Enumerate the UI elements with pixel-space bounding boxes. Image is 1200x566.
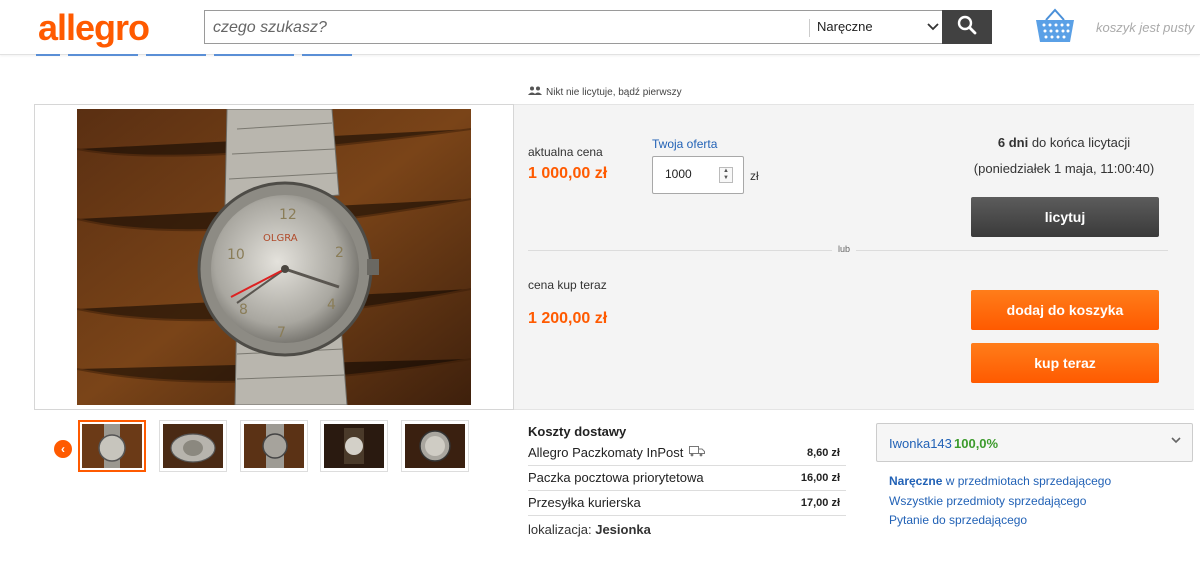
- svg-text:2: 2: [335, 245, 344, 261]
- your-offer-label: Twoja oferta: [652, 137, 718, 151]
- purchase-panel: aktualna cena 1 000,00 zł Twoja oferta ▲…: [514, 104, 1194, 410]
- delivery-name: Przesyłka kurierska: [528, 495, 641, 510]
- photo-gallery: 12 2 10 8 7 4 OLGRA: [34, 104, 514, 410]
- delivery-price: 17,00 zł: [800, 497, 840, 509]
- days-count: 6 dni: [997, 135, 1029, 150]
- delivery-truck-icon: [689, 445, 706, 460]
- top-header: allegro Naręczne koszyk jest pusty: [0, 0, 1200, 55]
- category-select[interactable]: Naręczne: [817, 11, 943, 43]
- basket-icon[interactable]: [1034, 8, 1076, 44]
- svg-text:12: 12: [279, 207, 297, 223]
- search-button[interactable]: [942, 10, 992, 44]
- seller-dropdown[interactable]: Iwonka143 100,0%: [876, 423, 1193, 462]
- search-bar: Naręczne: [204, 10, 992, 45]
- buy-now-label: cena kup teraz: [528, 278, 607, 292]
- main-product-photo[interactable]: 12 2 10 8 7 4 OLGRA: [77, 109, 471, 405]
- bid-button[interactable]: licytuj: [971, 197, 1159, 237]
- seller-category-name: Naręczne: [889, 474, 943, 488]
- ask-seller-link[interactable]: Pytanie do sprzedającego: [889, 511, 1111, 531]
- current-price: 1 000,00 zł: [528, 165, 608, 182]
- chevron-down-icon: [927, 11, 939, 55]
- thumbnail-3[interactable]: [240, 420, 308, 472]
- seller-category-suffix: w przedmiotach sprzedającego: [942, 474, 1112, 488]
- buy-now-button[interactable]: kup teraz: [971, 343, 1159, 383]
- search-divider: [809, 19, 810, 37]
- delivery-price: 8,60 zł: [806, 447, 840, 459]
- seller-name[interactable]: Iwonka143: [889, 436, 952, 451]
- svg-text:8: 8: [239, 302, 248, 318]
- delivery-name: Paczka pocztowa priorytetowa: [528, 470, 704, 485]
- end-date: (poniedziałek 1 maja, 11:00:40): [973, 161, 1155, 176]
- users-icon: [528, 86, 542, 98]
- svg-text:4: 4: [327, 297, 336, 313]
- delivery-name: Allegro Paczkomaty InPost: [528, 445, 684, 460]
- breadcrumb: [36, 54, 416, 58]
- add-to-cart-button[interactable]: dodaj do koszyka: [971, 290, 1159, 330]
- location-label: lokalizacja:: [528, 522, 592, 537]
- delivery-title: Koszty dostawy: [528, 424, 627, 439]
- thumbnail-1[interactable]: [78, 420, 146, 472]
- thumbnail-strip: ‹: [54, 420, 482, 476]
- chevron-down-icon: [1170, 434, 1182, 449]
- delivery-price: 16,00 zł: [800, 472, 840, 484]
- delivery-row: Paczka pocztowa priorytetowa 16,00 zł: [528, 466, 846, 491]
- seller-links: Naręczne w przedmiotach sprzedającego Ws…: [889, 472, 1111, 531]
- days-suffix: do końca licytacji: [1028, 135, 1131, 150]
- seller-rating: 100,0%: [954, 436, 999, 451]
- delivery-option: Allegro Paczkomaty InPost: [528, 445, 706, 460]
- all-seller-items-link[interactable]: Wszystkie przedmioty sprzedającego: [889, 492, 1111, 512]
- item-location: lokalizacja: Jesionka: [528, 522, 651, 537]
- search-input[interactable]: [211, 11, 805, 45]
- delivery-row: Przesyłka kurierska 17,00 zł: [528, 491, 846, 516]
- seller-category-link[interactable]: Naręczne w przedmiotach sprzedającego: [889, 472, 1111, 492]
- current-price-label: aktualna cena: [528, 145, 603, 159]
- delivery-row: Allegro Paczkomaty InPost 8,60 zł: [528, 441, 846, 466]
- bid-note-text: Nikt nie licytuje, bądź pierwszy: [546, 86, 682, 98]
- time-remaining: 6 dni do końca licytacji: [964, 135, 1164, 150]
- svg-text:7: 7: [277, 325, 286, 341]
- cart-status-text[interactable]: koszyk jest pusty: [1096, 20, 1194, 35]
- thumbnail-4[interactable]: [320, 420, 388, 472]
- chevron-left-icon[interactable]: ‹: [54, 440, 72, 458]
- search-icon: [957, 15, 977, 40]
- offer-currency: zł: [750, 169, 759, 183]
- offer-field[interactable]: ▲▼: [652, 156, 744, 194]
- svg-text:10: 10: [227, 247, 245, 263]
- allegro-logo[interactable]: allegro: [38, 10, 150, 46]
- location-value: Jesionka: [595, 522, 651, 537]
- thumbnail-2[interactable]: [159, 420, 227, 472]
- bid-note: Nikt nie licytuje, bądź pierwszy: [528, 86, 682, 98]
- buy-now-price: 1 200,00 zł: [528, 310, 608, 327]
- category-select-value: Naręczne: [817, 19, 873, 34]
- offer-spinner[interactable]: ▲ ▼: [719, 167, 733, 183]
- delivery-list: Allegro Paczkomaty InPost 8,60 zł Paczka…: [528, 441, 846, 516]
- offer-input[interactable]: [663, 166, 717, 182]
- thumbnail-5[interactable]: [401, 420, 469, 472]
- or-text: lub: [832, 244, 857, 254]
- svg-text:OLGRA: OLGRA: [263, 233, 298, 244]
